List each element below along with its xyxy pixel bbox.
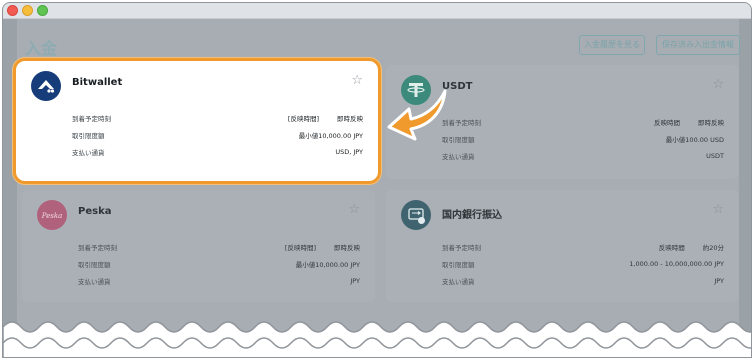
- detail-row-limit: 取引限度額 最小値10,000.00 JPY: [72, 126, 363, 143]
- detail-row-currency: 支払い通貨 JPY: [78, 272, 360, 289]
- favorite-star-icon[interactable]: ☆: [712, 77, 724, 92]
- detail-value-part: 1,000.00 - 10,000,000.00 JPY: [629, 259, 724, 268]
- detail-row-limit: 取引限度額 1,000.00 - 10,000,000.00 JPY: [442, 255, 724, 272]
- detail-row-arrival: 到着予定時刻 反映時間 即時反映: [442, 113, 724, 130]
- detail-label: 支払い通貨: [78, 277, 111, 286]
- detail-value-part: 反映時間: [658, 243, 685, 252]
- detail-value: 反映時間 即時反映: [654, 117, 724, 127]
- detail-label: 支払い通貨: [72, 148, 105, 157]
- detail-value-part: 反映時間: [654, 118, 680, 127]
- bank-transfer-logo-icon: [401, 200, 431, 230]
- detail-row-arrival: 到着予定時刻 [反映時間] 即時反映: [72, 109, 363, 126]
- method-card-bank-transfer[interactable]: 国内銀行振込 ☆ 到着予定時刻 反映時間 約20分 取引限度額 1,000.00…: [386, 190, 739, 302]
- method-card-peska[interactable]: Peska Peska ☆ 到着予定時刻 [反映時間] 即時反映 取引限度額 最…: [22, 190, 375, 302]
- detail-value-part: JPY: [350, 276, 360, 285]
- saved-payment-info-button[interactable]: 保存済み入出金情報: [656, 35, 740, 55]
- method-details: 到着予定時刻 反映時間 即時反映 取引限度額 最小値100.00 USD 支払い…: [442, 113, 724, 164]
- favorite-star-icon[interactable]: ☆: [712, 202, 724, 217]
- detail-label: 取引限度額: [442, 260, 475, 269]
- method-details: 到着予定時刻 反映時間 約20分 取引限度額 1,000.00 - 10,000…: [442, 238, 724, 289]
- method-details: 到着予定時刻 [反映時間] 即時反映 取引限度額 最小値10,000.00 JP…: [78, 238, 360, 289]
- detail-value: 1,000.00 - 10,000,000.00 JPY: [629, 260, 724, 268]
- page-title: 入金: [25, 39, 58, 58]
- peska-logo-icon: Peska: [37, 200, 67, 230]
- minimize-window-button[interactable]: [22, 5, 33, 16]
- method-name: Bitwallet: [72, 77, 123, 88]
- detail-label: 支払い通貨: [442, 277, 475, 286]
- detail-value-part: 約20分: [702, 243, 724, 252]
- favorite-star-icon[interactable]: ☆: [351, 73, 363, 88]
- detail-value-part: [反映時間]: [287, 114, 319, 123]
- detail-row-currency: 支払い通貨 USDT: [442, 147, 724, 164]
- detail-value: JPY: [350, 277, 360, 285]
- method-card-bitwallet[interactable]: Bitwallet ☆ 到着予定時刻 [反映時間] 即時反映 取引限度額 最小値…: [13, 58, 381, 184]
- detail-value-part: 最小値10,000.00 JPY: [298, 131, 363, 140]
- detail-label: 到着予定時刻: [442, 243, 481, 252]
- method-details: 到着予定時刻 [反映時間] 即時反映 取引限度額 最小値10,000.00 JP…: [72, 109, 363, 160]
- detail-value-part: 最小値100.00 USD: [665, 135, 724, 144]
- detail-value: 最小値10,000.00 JPY: [299, 130, 363, 140]
- detail-label: 取引限度額: [72, 131, 105, 140]
- detail-value-part: USD, JPY: [335, 147, 363, 156]
- detail-value-part: 最小値10,000.00 JPY: [295, 260, 360, 269]
- detail-value-part: 即時反映: [698, 118, 724, 127]
- detail-row-limit: 取引限度額 最小値100.00 USD: [442, 130, 724, 147]
- detail-label: 取引限度額: [78, 260, 111, 269]
- detail-value-part: USDT: [706, 151, 724, 160]
- detail-row-limit: 取引限度額 最小値10,000.00 JPY: [78, 255, 360, 272]
- detail-value: USDT: [706, 152, 724, 160]
- detail-value: JPY: [714, 277, 724, 285]
- detail-value: [反映時間] 即時反映: [285, 242, 360, 252]
- torn-edge-decoration: [3, 321, 751, 357]
- window-titlebar: [3, 3, 751, 19]
- detail-row-arrival: 到着予定時刻 反映時間 約20分: [442, 238, 724, 255]
- detail-value-part: JPY: [714, 276, 724, 285]
- method-name: 国内銀行振込: [442, 210, 502, 221]
- favorite-star-icon[interactable]: ☆: [348, 202, 360, 217]
- maximize-window-button[interactable]: [37, 5, 48, 16]
- pointer-arrow-icon: [387, 89, 447, 141]
- detail-label: 支払い通貨: [442, 152, 475, 161]
- detail-value-part: 即時反映: [337, 114, 363, 123]
- detail-value: 反映時間 約20分: [659, 242, 724, 252]
- detail-row-arrival: 到着予定時刻 [反映時間] 即時反映: [78, 238, 360, 255]
- detail-value-part: [反映時間]: [284, 243, 316, 252]
- detail-value: USD, JPY: [335, 148, 363, 156]
- detail-label: 到着予定時刻: [72, 114, 111, 123]
- detail-value: 最小値100.00 USD: [666, 134, 724, 144]
- detail-value-part: 即時反映: [334, 243, 360, 252]
- detail-row-currency: 支払い通貨 USD, JPY: [72, 143, 363, 160]
- detail-value: 最小値10,000.00 JPY: [296, 259, 360, 269]
- browser-window: 入金 入金履歴を見る 保存済み入出金情報 Bitwallet ☆ 到着予定時刻 …: [2, 2, 752, 358]
- svg-text:Peska: Peska: [41, 212, 63, 220]
- detail-label: 到着予定時刻: [78, 243, 117, 252]
- deposit-history-button[interactable]: 入金履歴を見る: [579, 35, 645, 55]
- detail-value: [反映時間] 即時反映: [288, 113, 363, 123]
- bitwallet-logo-icon: [31, 71, 61, 101]
- close-window-button[interactable]: [7, 5, 18, 16]
- detail-row-currency: 支払い通貨 JPY: [442, 272, 724, 289]
- method-name: Peska: [78, 206, 112, 217]
